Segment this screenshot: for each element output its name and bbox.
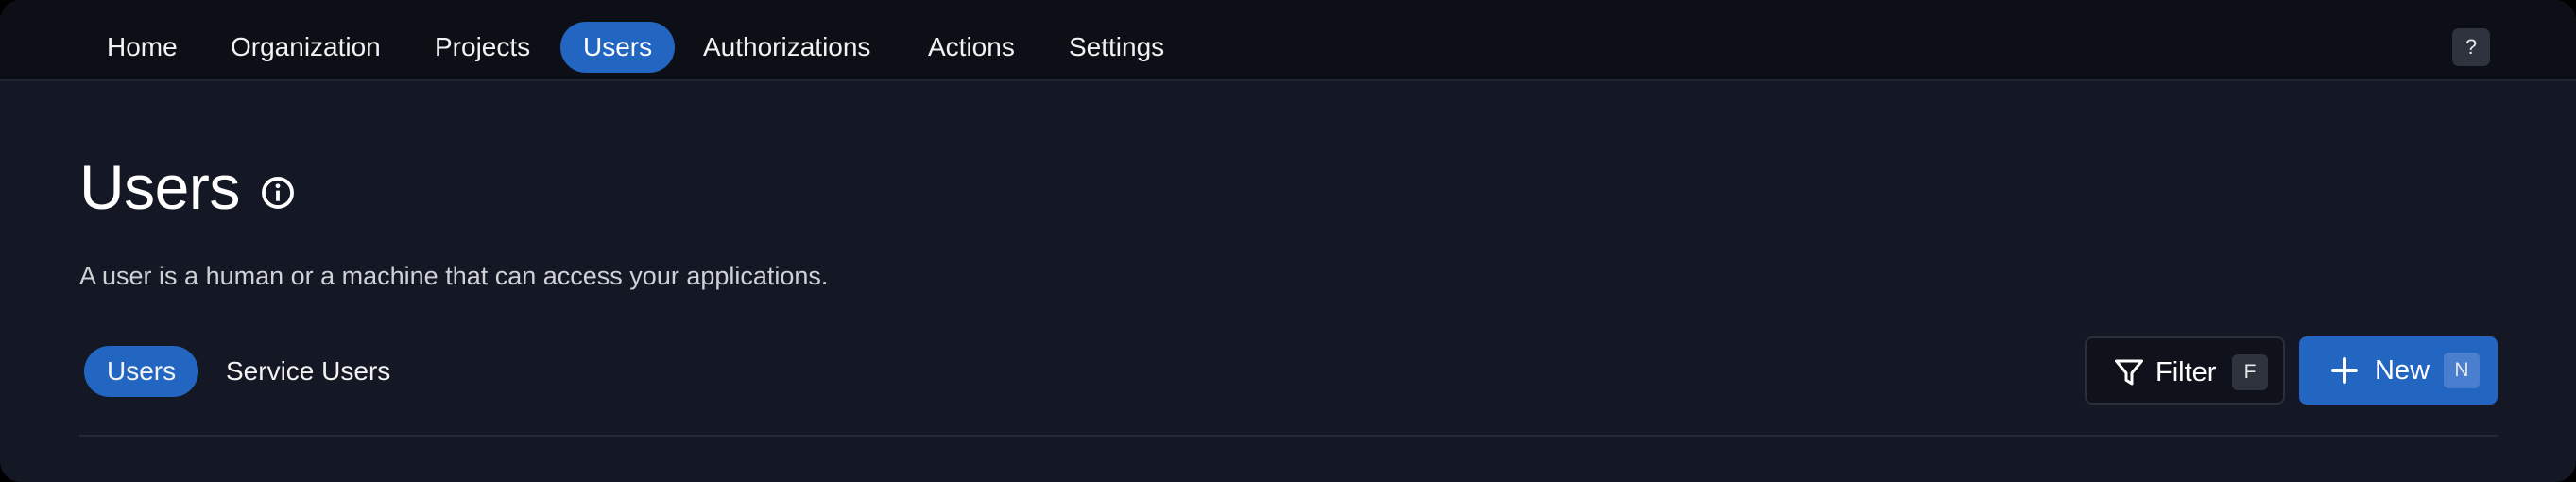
new-user-button[interactable]: New N: [2299, 336, 2498, 405]
content-divider: [79, 435, 2498, 437]
filter-button-label: Filter: [2155, 357, 2217, 387]
help-button[interactable]: ?: [2452, 28, 2490, 66]
nav-item-settings[interactable]: Settings: [1046, 22, 1187, 73]
top-navigation: Home Organization Projects Users Authori…: [0, 0, 2576, 81]
nav-item-authorizations[interactable]: Authorizations: [680, 22, 893, 73]
tab-service-users[interactable]: Service Users: [203, 346, 413, 397]
page-title: Users: [79, 152, 240, 222]
new-button-label: New: [2375, 355, 2430, 386]
filter-shortcut-badge: F: [2232, 354, 2268, 390]
nav-item-projects[interactable]: Projects: [412, 22, 553, 73]
nav-item-home[interactable]: Home: [84, 22, 200, 73]
filter-funnel-icon: [2115, 359, 2143, 386]
new-shortcut-badge: N: [2444, 353, 2480, 388]
plus-icon: [2331, 357, 2358, 384]
nav-item-actions[interactable]: Actions: [905, 22, 1038, 73]
filter-button[interactable]: Filter F: [2085, 336, 2285, 405]
tab-users[interactable]: Users: [84, 346, 199, 397]
nav-item-organization[interactable]: Organization: [208, 22, 404, 73]
nav-item-users[interactable]: Users: [560, 22, 676, 73]
info-circle-icon[interactable]: [260, 175, 296, 211]
page-description: A user is a human or a machine that can …: [79, 262, 829, 290]
app-window: Home Organization Projects Users Authori…: [0, 0, 2576, 482]
